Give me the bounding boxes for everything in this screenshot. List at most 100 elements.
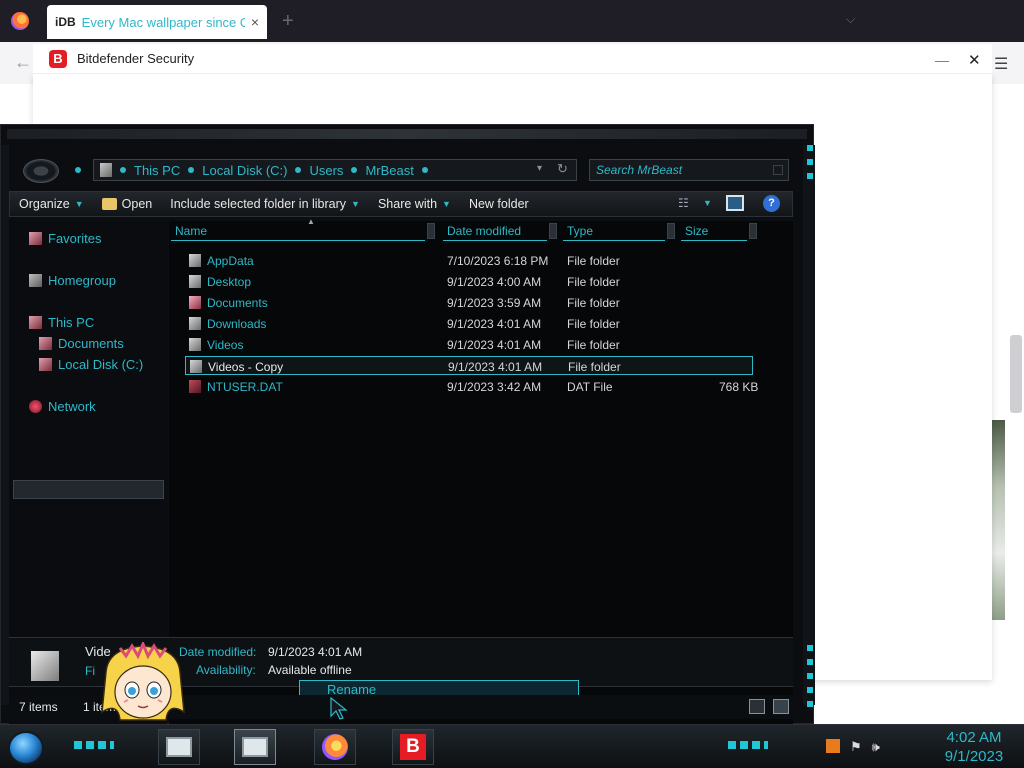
cartoon-character-sticker	[101, 642, 185, 721]
table-row[interactable]: NTUSER.DAT 9/1/2023 3:42 AM DAT File 768…	[185, 377, 758, 396]
close-tab-icon[interactable]: ×	[251, 14, 259, 30]
breadcrumb-separator-icon[interactable]	[351, 167, 358, 173]
file-name: AppData	[207, 254, 254, 268]
share-with-button[interactable]: Share with ▼	[369, 197, 460, 211]
column-resize-handle[interactable]	[549, 223, 557, 239]
date-modified-label: Date modified:	[179, 645, 257, 659]
column-resize-handle[interactable]	[427, 223, 435, 239]
chevron-down-icon: ▼	[351, 199, 360, 209]
chevron-down-icon: ▼	[74, 199, 84, 209]
firefox-icon[interactable]	[11, 12, 29, 30]
decorative-lights	[807, 645, 813, 715]
browser-tab[interactable]: iDB Every Mac wallpaper since OS ×	[47, 5, 267, 39]
preview-pane-icon[interactable]	[726, 195, 744, 211]
taskbar-bitdefender-button[interactable]: B	[392, 729, 434, 765]
bitdefender-icon: B	[400, 734, 426, 760]
computer-icon	[29, 316, 42, 329]
large-icons-view-icon[interactable]	[773, 699, 789, 714]
breadcrumb-mrbeast[interactable]: MrBeast	[365, 163, 413, 178]
page-photo	[991, 420, 1005, 620]
refresh-icon[interactable]: ↻	[557, 161, 568, 177]
table-row[interactable]: Videos 9/1/2023 4:01 AM File folder	[185, 335, 753, 354]
table-row[interactable]: AppData 7/10/2023 6:18 PM File folder	[185, 251, 753, 270]
list-tabs-icon[interactable]: ⌵	[846, 12, 855, 27]
details-view-icon[interactable]	[749, 699, 765, 714]
breadcrumb-separator-icon[interactable]	[188, 167, 195, 173]
table-row[interactable]: Documents 9/1/2023 3:59 AM File folder	[185, 293, 753, 312]
close-button[interactable]: ✕	[968, 51, 981, 69]
back-forward-orb-icon[interactable]	[23, 159, 59, 183]
recent-pages-icon[interactable]	[75, 167, 81, 173]
nav-label: Favorites	[48, 231, 102, 246]
column-header-date[interactable]: Date modified	[443, 221, 547, 241]
chevron-down-icon[interactable]: ▾	[537, 163, 542, 174]
nav-documents[interactable]: Documents	[39, 336, 124, 351]
share-label: Share with	[377, 197, 438, 211]
browser-tab-strip: iDB Every Mac wallpaper since OS × + ⌵	[0, 0, 1024, 42]
chevron-down-icon[interactable]: ▼	[703, 198, 712, 208]
page-scrollbar[interactable]	[1010, 335, 1022, 413]
nav-favorites[interactable]: Favorites	[29, 231, 101, 246]
drive-icon	[39, 358, 52, 371]
open-button[interactable]: Open	[93, 197, 162, 211]
nav-network[interactable]: Network	[29, 399, 96, 414]
notification-app-icon[interactable]	[826, 739, 840, 753]
start-button[interactable]	[8, 731, 44, 765]
taskbar-explorer-button[interactable]	[158, 729, 200, 765]
command-bar: Organize ▼ Open Include selected folder …	[9, 191, 793, 217]
availability-value: Available offline	[268, 663, 352, 677]
file-date: 7/10/2023 6:18 PM	[447, 254, 549, 268]
breadcrumb-separator-icon[interactable]	[120, 167, 126, 173]
taskbar-clock[interactable]: 4:02 AM 9/1/2023	[936, 728, 1012, 766]
window-border	[1, 145, 9, 705]
chevron-down-icon: ▼	[442, 199, 451, 209]
breadcrumb-this-pc[interactable]: This PC	[134, 163, 180, 178]
include-in-library-button[interactable]: Include selected folder in library ▼	[161, 197, 369, 211]
column-label: Date modified	[447, 223, 522, 238]
new-folder-button[interactable]: New folder	[460, 197, 538, 211]
action-center-flag-icon[interactable]: ⚑	[850, 739, 862, 755]
change-view-icon[interactable]: ☷	[678, 196, 689, 210]
hamburger-menu-icon[interactable]: ☰	[994, 54, 1008, 74]
search-icon[interactable]	[773, 165, 783, 175]
file-type: File folder	[567, 317, 620, 331]
new-tab-button[interactable]: +	[282, 10, 294, 33]
file-date: 9/1/2023 4:01 AM	[448, 360, 543, 374]
table-row-selected[interactable]: Videos - Copy 9/1/2023 4:01 AM File fold…	[185, 356, 753, 375]
nav-local-disk[interactable]: Local Disk (C:)	[39, 357, 143, 372]
organize-button[interactable]: Organize ▼	[10, 197, 93, 211]
breadcrumb-separator-icon[interactable]	[421, 167, 428, 173]
folder-icon	[190, 360, 202, 373]
breadcrumb-users[interactable]: Users	[309, 163, 343, 178]
taskbar-explorer-active-button[interactable]	[234, 729, 276, 765]
availability-label: Availability:	[196, 663, 256, 677]
table-row[interactable]: Desktop 9/1/2023 4:00 AM File folder	[185, 272, 753, 291]
address-bar[interactable]: This PC Local Disk (C:) Users MrBeast	[93, 159, 577, 181]
help-icon[interactable]: ?	[763, 195, 780, 212]
taskbar-firefox-button[interactable]	[314, 729, 356, 765]
bitdefender-titlebar: B Bitdefender Security	[33, 44, 992, 74]
column-header-name[interactable]: Name	[171, 221, 425, 241]
file-explorer-icon	[242, 737, 268, 757]
search-input[interactable]: Search MrBeast	[589, 159, 789, 181]
include-label: Include selected folder in library	[170, 197, 347, 211]
file-type: File folder	[567, 338, 620, 352]
explorer-titlebar[interactable]	[7, 129, 807, 139]
breadcrumb-separator-icon[interactable]	[295, 167, 302, 173]
nav-homegroup[interactable]: Homegroup	[29, 273, 116, 288]
nav-label: Local Disk (C:)	[58, 357, 144, 372]
documents-folder-icon	[189, 296, 201, 309]
breadcrumb-local-disk[interactable]: Local Disk (C:)	[202, 163, 287, 178]
minimize-button[interactable]: —	[935, 52, 949, 68]
column-resize-handle[interactable]	[667, 223, 675, 239]
back-arrow-icon[interactable]: ←	[14, 52, 32, 73]
nav-this-pc[interactable]: This PC	[29, 315, 94, 330]
table-row[interactable]: Downloads 9/1/2023 4:01 AM File folder	[185, 314, 753, 333]
column-header-type[interactable]: Type	[563, 221, 665, 241]
open-label: Open	[121, 197, 153, 211]
decorative-lights	[728, 741, 768, 749]
volume-icon[interactable]: 🕪	[872, 739, 880, 755]
column-resize-handle[interactable]	[749, 223, 757, 239]
mouse-cursor-icon	[330, 697, 348, 720]
column-header-size[interactable]: Size	[681, 221, 747, 241]
